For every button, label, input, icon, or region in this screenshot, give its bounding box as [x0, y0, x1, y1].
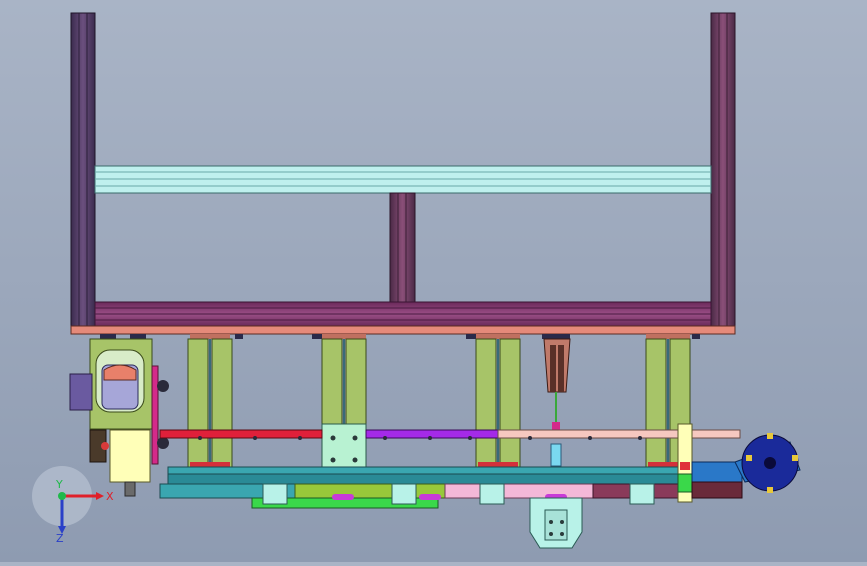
lower-cross-beam [94, 301, 712, 327]
motor-housing [69, 338, 169, 497]
horizontal-slide-bar [159, 429, 741, 440]
clamp-jaw [543, 338, 571, 467]
y-axis-label: Y [55, 478, 63, 491]
y-axis-dot [58, 492, 66, 500]
assembly-drawing: X Y Z [32, 12, 801, 549]
right-frame-post [710, 12, 736, 329]
cad-viewport[interactable]: X Y Z [0, 0, 867, 562]
center-support-post [389, 192, 416, 304]
z-axis-label: Z [56, 532, 64, 545]
left-frame-post [70, 12, 96, 329]
base-plate [70, 325, 736, 335]
vertical-column-2 [321, 338, 367, 485]
x-axis-label: X [106, 490, 114, 503]
coordinate-triad: X Y Z [32, 466, 114, 545]
mounting-tabs [100, 334, 700, 339]
vertical-column-3 [475, 338, 521, 468]
upper-cross-rail [94, 165, 712, 194]
hanging-bracket [529, 497, 583, 549]
vertical-column-1 [187, 338, 233, 468]
